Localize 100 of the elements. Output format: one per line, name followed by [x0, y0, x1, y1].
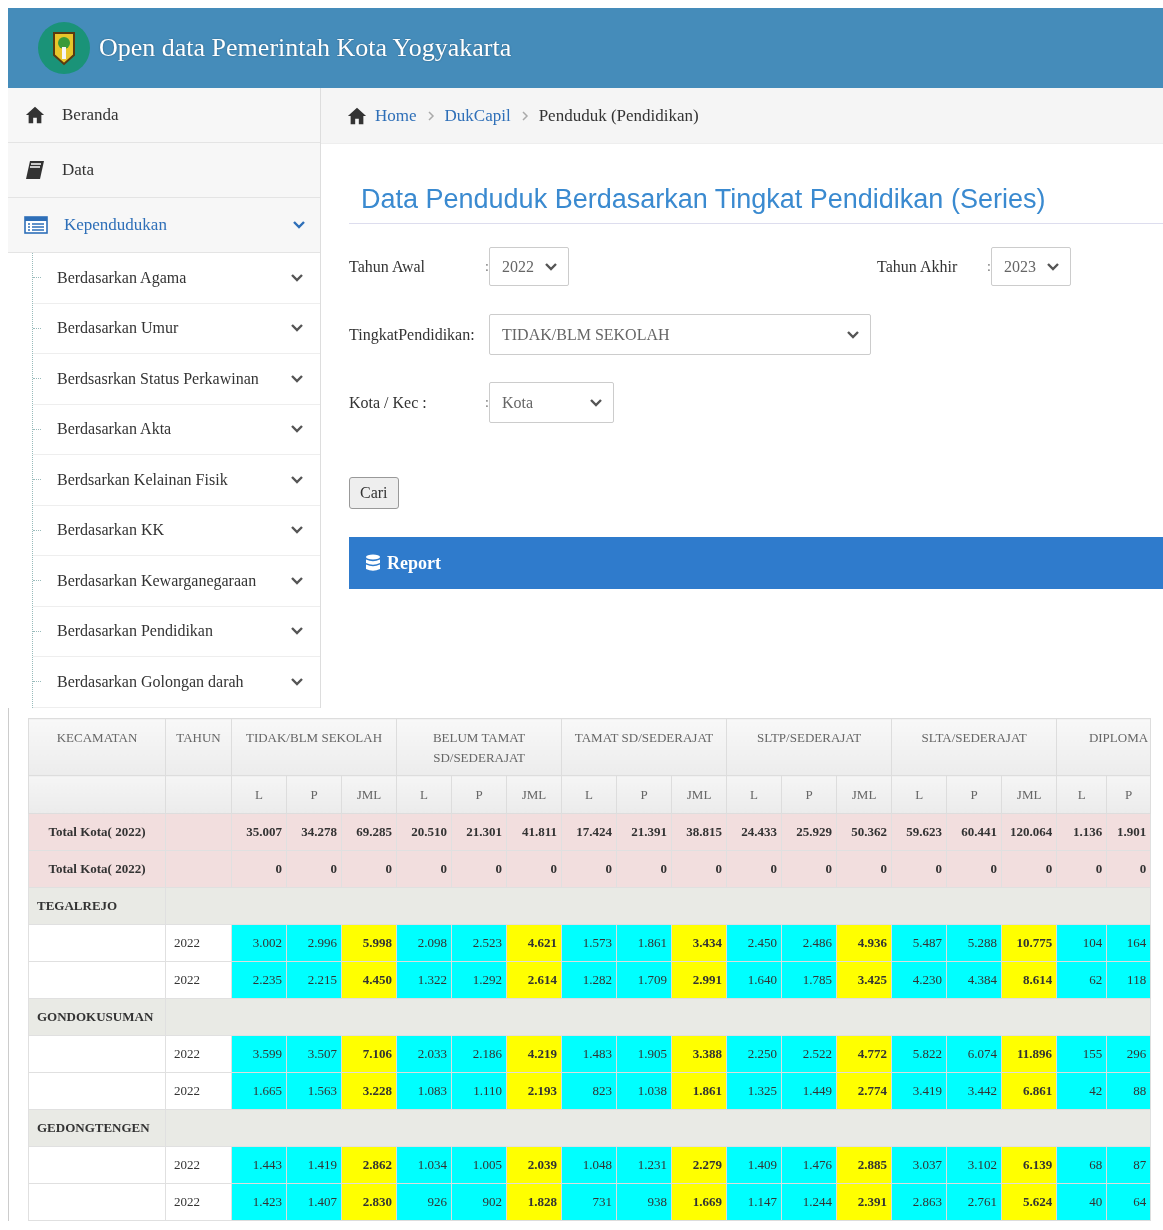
table-cell: 2.186: [451, 1035, 507, 1073]
table-cell: 3.434: [671, 924, 727, 962]
dropdown[interactable]: TIDAK/BLM SEKOLAH: [489, 314, 871, 355]
column-header: JML: [506, 775, 562, 814]
table-cell: 1.110: [451, 1072, 507, 1110]
chevron-down-icon: [290, 525, 304, 536]
colon-label: :: [485, 258, 489, 275]
column-header: JML: [1001, 775, 1057, 814]
chevron-down-icon: [290, 424, 304, 435]
table-cell: 2022: [165, 1072, 232, 1110]
table-cell: 2022: [165, 961, 232, 999]
column-header: DIPLOMA: [1056, 718, 1151, 776]
table-cell: 2.486: [781, 924, 837, 962]
table-cell: 21.301: [451, 813, 507, 851]
table-cell: 5.288: [946, 924, 1002, 962]
table-cell: 1.443: [231, 1146, 287, 1184]
table-cell: 1.083: [396, 1072, 452, 1110]
table-cell: 0: [726, 850, 782, 888]
breadcrumb-link[interactable]: DukCapil: [444, 105, 511, 126]
table-cell: 0: [286, 850, 342, 888]
submenu-item[interactable]: Berdasarkan Golongan darah: [33, 657, 320, 708]
table-cell: 1.244: [781, 1183, 837, 1221]
table-cell: 41.811: [506, 813, 562, 851]
table-cell: Total Kota( 2022): [28, 850, 166, 888]
table-cell: 1.322: [396, 961, 452, 999]
table-cell: 926: [396, 1183, 452, 1221]
submenu-item[interactable]: Berdasarkan Kewarganegaraan: [33, 556, 320, 607]
table-cell: 3.102: [946, 1146, 1002, 1184]
search-button[interactable]: Cari: [349, 477, 399, 509]
table-cell: 4.936: [836, 924, 892, 962]
table-cell: 1.292: [451, 961, 507, 999]
submenu-item[interactable]: Berdasarkan Akta: [33, 404, 320, 455]
column-header: SLTA/SEDERAJAT: [891, 718, 1057, 776]
chevron-down-icon: [292, 220, 306, 230]
table-cell: 0: [231, 850, 287, 888]
table-cell: 69.285: [341, 813, 397, 851]
table-cell: 4.230: [891, 961, 947, 999]
table-cell: 38.815: [671, 813, 727, 851]
dropdown[interactable]: Kota: [489, 382, 614, 423]
submenu-item[interactable]: Berdasarkan KK: [33, 505, 320, 556]
sidebar-item[interactable]: Kependudukan: [8, 198, 320, 253]
table-cell: 62: [1056, 961, 1107, 999]
table-cell: 2.193: [506, 1072, 562, 1110]
column-header: L: [726, 775, 782, 814]
submenu-item[interactable]: Berdsasrkan Status Perkawinan: [33, 354, 320, 405]
dropdown[interactable]: 2023: [991, 247, 1071, 286]
breadcrumb-current: Penduduk (Pendidikan): [538, 105, 699, 126]
table-cell: 1.669: [671, 1183, 727, 1221]
submenu-item[interactable]: Berdasarkan Agama: [33, 253, 320, 304]
table-cell: 2022: [165, 1183, 232, 1221]
table-cell: 3.388: [671, 1035, 727, 1073]
table-cell: 88: [1106, 1072, 1151, 1110]
dropdown[interactable]: 2022: [489, 247, 569, 286]
table-cell: 1.048: [561, 1146, 617, 1184]
table-cell: 2.250: [726, 1035, 782, 1073]
breadcrumb-link[interactable]: Home: [375, 105, 417, 126]
submenu-item[interactable]: Berdsarkan Kelainan Fisik: [33, 455, 320, 506]
table-cell: 0: [781, 850, 837, 888]
column-header: SLTP/SEDERAJAT: [726, 718, 892, 776]
table-cell: 20.510: [396, 813, 452, 851]
table-cell: 2022: [165, 924, 232, 962]
colon-label: :: [485, 394, 489, 411]
field-label: TingkatPendidikan:: [349, 325, 476, 344]
chevron-down-icon: [290, 474, 304, 485]
table-cell: 3.002: [231, 924, 287, 962]
table-cell: 25.929: [781, 813, 837, 851]
submenu-item[interactable]: Berdasarkan Umur: [33, 303, 320, 354]
table-cell: 50.362: [836, 813, 892, 851]
column-header: TIDAK/BLM SEKOLAH: [231, 718, 397, 776]
table-cell: 1.231: [616, 1146, 672, 1184]
table-cell: 4.219: [506, 1035, 562, 1073]
table-cell: 1.901: [1106, 813, 1151, 851]
table-cell: 42: [1056, 1072, 1107, 1110]
table-cell: 2.863: [891, 1183, 947, 1221]
table-cell: 0: [836, 850, 892, 888]
column-header: L: [891, 775, 947, 814]
chevron-down-icon: [846, 329, 860, 340]
table-cell: 2.761: [946, 1183, 1002, 1221]
table-cell: 34.278: [286, 813, 342, 851]
table-cell: 2022: [165, 1035, 232, 1073]
page-title: Data Penduduk Berdasarkan Tingkat Pendidikan (Series): [349, 184, 1163, 224]
table-cell: 1.409: [726, 1146, 782, 1184]
table-cell: 0: [1001, 850, 1057, 888]
table-cell: 2.235: [231, 961, 287, 999]
table-cell: 731: [561, 1183, 617, 1221]
column-header: L: [561, 775, 617, 814]
logo: [37, 21, 91, 75]
table-cell: 1.483: [561, 1035, 617, 1073]
table-cell: TEGALREJO: [28, 887, 166, 925]
column-header: P: [616, 775, 672, 814]
chevron-down-icon: [290, 626, 304, 637]
table-cell: 2.279: [671, 1146, 727, 1184]
table-cell: 296: [1106, 1035, 1151, 1073]
sidebar-item[interactable]: Beranda: [8, 88, 320, 143]
chevron-right-icon: [520, 109, 529, 122]
submenu-item[interactable]: Berdasarkan Pendidikan: [33, 606, 320, 657]
table-cell: 1.325: [726, 1072, 782, 1110]
colon-label: :: [987, 258, 991, 275]
sidebar-item[interactable]: Data: [8, 143, 320, 198]
table-cell: 1.147: [726, 1183, 782, 1221]
